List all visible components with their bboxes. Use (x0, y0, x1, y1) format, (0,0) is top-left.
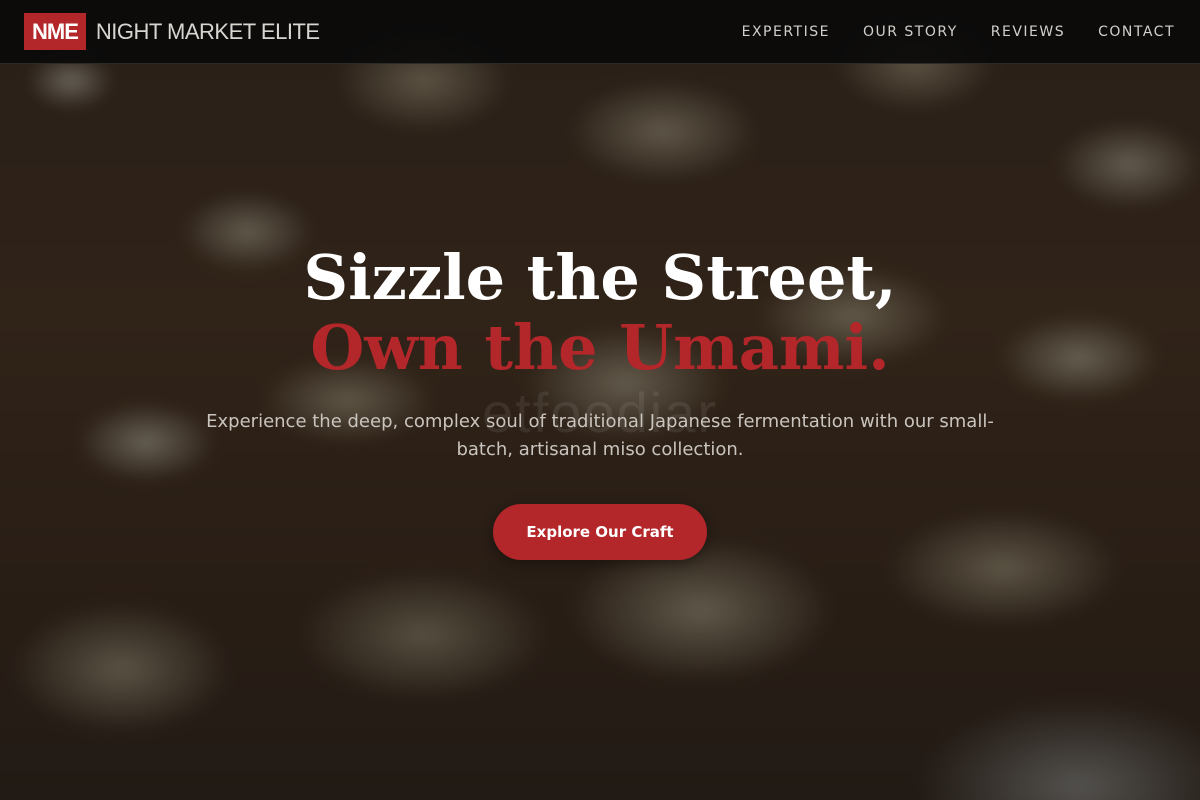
headline-line-2: Own the Umami. (310, 311, 890, 384)
brand-name: NIGHT MARKET ELITE (95, 18, 320, 44)
hero-section: etfoodiar Sizzle the Street, Own the Uma… (0, 0, 1200, 800)
nav-link-reviews[interactable]: REVIEWS (991, 24, 1065, 40)
hero-subtitle: Experience the deep, complex soul of tra… (206, 411, 994, 460)
nav-link-contact[interactable]: CONTACT (1098, 24, 1175, 40)
headline-line-1: Sizzle the Street, (303, 241, 897, 314)
main-nav: EXPERTISE OUR STORY REVIEWS CONTACT (742, 24, 1175, 40)
logo-badge: NME (24, 13, 86, 50)
brand-logo[interactable]: NME NIGHT MARKET ELITE (24, 13, 320, 50)
site-header: NME NIGHT MARKET ELITE EXPERTISE OUR STO… (0, 0, 1200, 64)
nav-link-expertise[interactable]: EXPERTISE (742, 24, 830, 40)
hero-headline: Sizzle the Street, Own the Umami. (0, 243, 1200, 383)
explore-craft-button[interactable]: Explore Our Craft (493, 504, 707, 560)
landing-page: NME NIGHT MARKET ELITE EXPERTISE OUR STO… (0, 0, 1200, 800)
nav-link-our-story[interactable]: OUR STORY (863, 24, 958, 40)
